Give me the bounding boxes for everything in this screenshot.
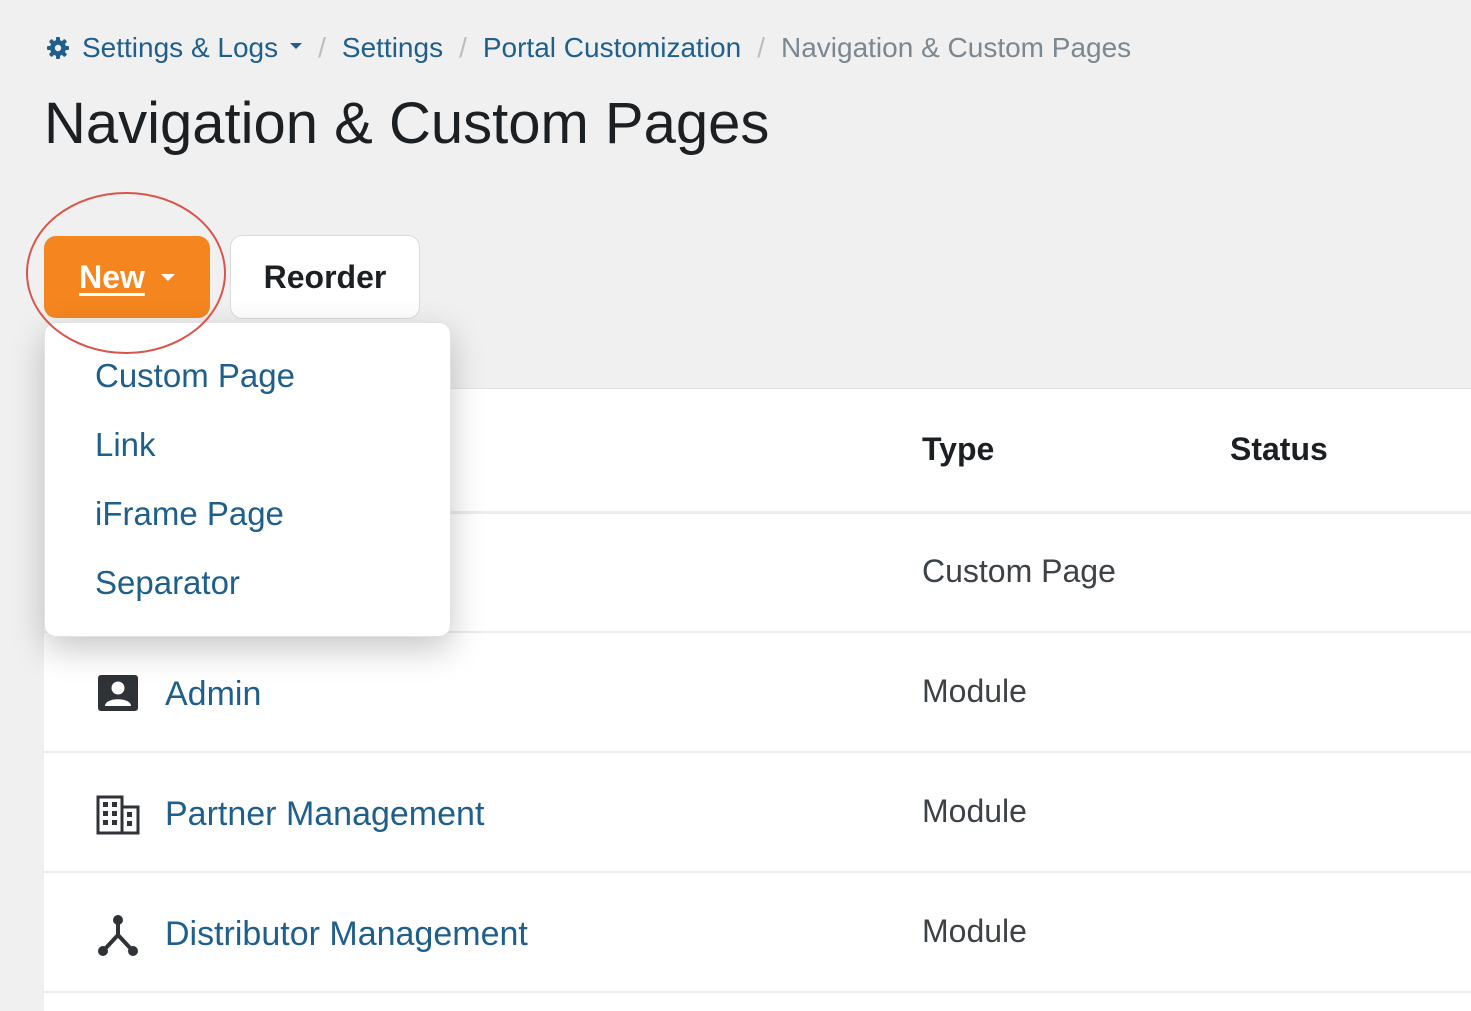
breadcrumb-portal-customization[interactable]: Portal Customization: [483, 32, 741, 64]
row-name-link[interactable]: Admin: [165, 675, 261, 714]
table-row: Admin Module: [44, 631, 1471, 753]
row-type: Custom Page: [922, 553, 1116, 589]
breadcrumb-settings-logs-label: Settings & Logs: [82, 32, 279, 63]
breadcrumb-settings[interactable]: Settings: [342, 32, 443, 64]
menu-item-custom-page[interactable]: Custom Page: [95, 357, 295, 395]
new-dropdown-menu: Custom Page Link iFrame Page Separator: [44, 322, 451, 637]
menu-item-link[interactable]: Link: [95, 426, 156, 464]
breadcrumb-separator: /: [318, 32, 326, 63]
menu-item-iframe-page[interactable]: iFrame Page: [95, 495, 284, 533]
row-type: Module: [922, 913, 1027, 949]
distribution-icon: [98, 915, 138, 956]
table-row: Distributor Management Module: [44, 871, 1471, 993]
row-type: Module: [922, 793, 1027, 829]
row-name-link[interactable]: Distributor Management: [165, 915, 528, 954]
breadcrumb-separator: /: [459, 32, 467, 63]
column-header-type[interactable]: Type: [922, 431, 994, 468]
reorder-button[interactable]: Reorder: [230, 235, 420, 319]
row-type: Module: [922, 673, 1027, 709]
row-name-link[interactable]: Partner Management: [165, 795, 484, 834]
breadcrumb-settings-logs[interactable]: Settings & Logs: [46, 32, 303, 64]
building-icon: [96, 795, 140, 835]
column-header-status[interactable]: Status: [1230, 431, 1328, 468]
new-button[interactable]: New: [44, 236, 210, 318]
admin-icon: [98, 675, 138, 711]
breadcrumb-separator: /: [757, 32, 765, 63]
breadcrumb: Settings & Logs / Settings / Portal Cust…: [46, 28, 1131, 68]
caret-down-icon: [160, 273, 175, 281]
gear-icon: [47, 37, 69, 59]
chevron-down-icon: [290, 43, 303, 49]
table-row: Partner Management Module: [44, 751, 1471, 873]
breadcrumb-current: Navigation & Custom Pages: [780, 32, 1132, 63]
new-button-label: New: [79, 258, 145, 295]
menu-item-separator[interactable]: Separator: [95, 564, 240, 602]
page-title: Navigation & Custom Pages: [44, 91, 770, 156]
